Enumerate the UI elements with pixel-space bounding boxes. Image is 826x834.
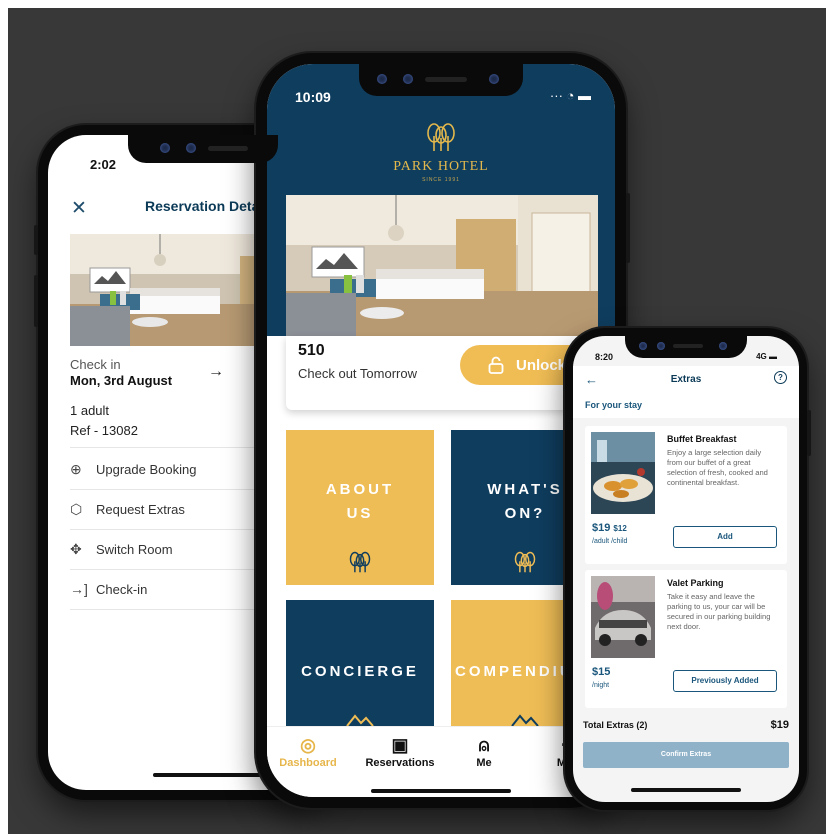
- extras-header: ← Extras ? For your stay: [573, 366, 799, 418]
- tab-reservations[interactable]: ▣ Reservations: [355, 733, 445, 769]
- tile-label: ABOUT: [325, 481, 395, 498]
- breakfast-image: [591, 432, 655, 514]
- tile-about-us[interactable]: ABOUT US: [286, 430, 434, 585]
- home-indicator: [631, 788, 741, 792]
- unit-adult: /adult: [592, 538, 610, 545]
- side-button: [626, 193, 630, 263]
- status-time: 8:20: [595, 352, 614, 362]
- bottom-tab-bar: ◎ Dashboard ▣ Reservations ⍝ Me ··· More: [267, 726, 615, 797]
- speaker: [425, 77, 467, 82]
- right-phone: 8:20 4G ▬ ← Extras ? For your stay Buffe…: [565, 328, 811, 810]
- tab-label: Me: [476, 757, 492, 769]
- enter-icon: →]: [70, 581, 88, 597]
- unit-child: /child: [611, 538, 628, 545]
- close-icon[interactable]: ✕: [71, 197, 87, 220]
- parking-photo: [591, 576, 655, 658]
- upgrade-icon: ⊕: [70, 460, 82, 477]
- add-button[interactable]: Add: [673, 526, 777, 548]
- previously-added-button[interactable]: Previously Added: [673, 670, 777, 692]
- wifi-battery-icon: ··· ◔ ▬: [549, 88, 591, 103]
- speaker: [208, 146, 248, 151]
- menu-item-label: Switch Room: [96, 541, 173, 557]
- home-indicator: [371, 789, 511, 793]
- notch: [359, 64, 523, 96]
- tab-label: Dashboard: [279, 757, 337, 769]
- price-child: $12: [613, 524, 627, 533]
- room-number: 510: [298, 342, 325, 359]
- side-button: [807, 410, 811, 456]
- menu-item-label: Upgrade Booking: [96, 461, 197, 477]
- notch: [128, 135, 278, 163]
- extra-item-valet-parking: Valet Parking Take it easy and leave the…: [585, 570, 787, 708]
- status-time: 2:02: [90, 157, 117, 172]
- total-row: Total Extras (2) $19: [583, 719, 789, 731]
- signal-label: 4G: [756, 352, 767, 361]
- tile-label: US: [346, 505, 374, 522]
- trees-logo-icon: [427, 123, 455, 151]
- extra-item-buffet-breakfast: Buffet Breakfast Enjoy a large selection…: [585, 426, 787, 564]
- person-icon: ⍝: [478, 735, 490, 755]
- camera: [639, 342, 647, 350]
- room-photo: [286, 195, 598, 336]
- price-adult: $19: [592, 522, 611, 534]
- arrow-right-icon: →: [208, 363, 224, 380]
- status-time: 10:09: [295, 89, 331, 105]
- item-price-unit: /adult /child: [592, 538, 627, 545]
- guests-count: 1 adult: [70, 403, 110, 418]
- item-description: Take it easy and leave the parking to us…: [667, 592, 771, 631]
- camera: [719, 342, 727, 350]
- section-subtitle: For your stay: [585, 400, 643, 410]
- notch: [625, 336, 747, 358]
- tab-label: Reservations: [365, 757, 435, 769]
- unlock-label: Unlock: [516, 356, 567, 374]
- item-price: $19 $12: [592, 522, 627, 534]
- confirm-extras-button[interactable]: Confirm Extras: [583, 742, 789, 768]
- item-name: Buffet Breakfast: [667, 434, 737, 444]
- total-label: Total Extras (2): [583, 720, 648, 730]
- tile-label: CONCIERGE: [301, 663, 419, 680]
- compass-icon: ◎: [300, 735, 316, 755]
- total-amount: $19: [770, 719, 789, 731]
- extras-screen: 8:20 4G ▬ ← Extras ? For your stay Buffe…: [573, 336, 799, 802]
- tab-dashboard[interactable]: ◎ Dashboard: [267, 733, 353, 769]
- menu-item-label: Request Extras: [96, 501, 185, 517]
- dashboard-screen: 10:09 ··· ◔ ▬ PARK HOTEL SINCE 1991 510 …: [267, 64, 615, 797]
- gift-icon: ⬡: [70, 500, 83, 517]
- check-in-label: Check in: [70, 357, 121, 372]
- trees-icon: [286, 551, 434, 579]
- lock-icon: [488, 356, 504, 374]
- room-photo-image: [286, 195, 598, 336]
- calendar-icon: ▣: [391, 735, 409, 755]
- menu-item-label: Check-in: [96, 581, 148, 597]
- camera: [377, 74, 387, 84]
- hotel-name: PARK HOTEL: [393, 159, 489, 174]
- item-description: Enjoy a large selection daily from our b…: [667, 448, 768, 487]
- side-button: [34, 225, 38, 255]
- item-name: Valet Parking: [667, 578, 724, 588]
- side-button: [34, 275, 38, 327]
- page-title: Extras: [670, 374, 702, 385]
- breakfast-photo: [591, 432, 655, 514]
- move-icon: ✥: [70, 540, 82, 557]
- booking-ref: Ref - 13082: [70, 423, 138, 438]
- check-in-date: Mon, 3rd August: [70, 373, 173, 388]
- tile-concierge[interactable]: CONCIERGE: [286, 600, 434, 728]
- camera: [403, 74, 413, 84]
- hotel-since: SINCE 1991: [422, 177, 460, 183]
- signal-icon: 4G ▬: [756, 352, 777, 361]
- tab-me[interactable]: ⍝ Me: [439, 733, 529, 769]
- camera: [186, 143, 196, 153]
- speaker: [673, 344, 703, 348]
- item-price-unit: /night: [592, 682, 610, 689]
- showcase-background: 2:02 ✕ Reservation Details Check in Mon,…: [8, 8, 826, 834]
- item-price: $15: [592, 666, 611, 678]
- help-icon[interactable]: ?: [774, 371, 787, 384]
- camera: [489, 74, 499, 84]
- hotel-logo: PARK HOTEL SINCE 1991: [267, 122, 615, 183]
- parking-image: [591, 576, 655, 658]
- camera: [160, 143, 170, 153]
- checkout-text: Check out Tomorrow: [298, 366, 417, 381]
- camera: [657, 342, 665, 350]
